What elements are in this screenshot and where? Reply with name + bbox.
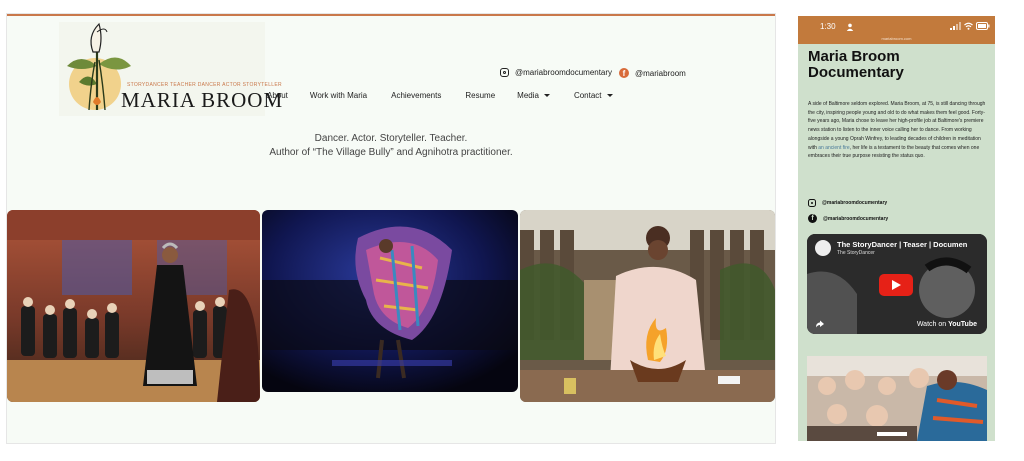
nav-achievements[interactable]: Achievements: [391, 91, 441, 100]
watch-on-youtube[interactable]: Watch on YouTube: [917, 321, 977, 328]
nav-media-label: Media: [517, 91, 539, 100]
watch-on-label: Watch on: [916, 321, 947, 328]
title-line-1: Maria Broom: [808, 48, 900, 65]
facebook-icon: f: [619, 68, 629, 78]
nav-contact-label: Contact: [573, 91, 602, 100]
description-text-start: A side of Baltimore seldom explored. Mar…: [808, 101, 986, 151]
video-channel: The StoryDancer: [837, 250, 875, 256]
person-icon: [846, 23, 854, 31]
signal-icon: [950, 22, 961, 30]
youtube-play-button-icon[interactable]: [879, 274, 913, 296]
photo-orchestra-performance: [7, 210, 260, 402]
mobile-preview: 1:30 mariabroom.com Maria Broom Document…: [798, 16, 995, 441]
channel-avatar[interactable]: [815, 240, 831, 256]
nav-resume[interactable]: Resume: [465, 91, 495, 100]
site-logo[interactable]: STORYDANCER TEACHER DANCER ACTOR STORYTE…: [59, 22, 282, 116]
share-icon[interactable]: [815, 320, 825, 328]
hero-tagline-line2: Author of “The Village Bully” and Agniho…: [269, 147, 513, 158]
hero-tagline-line1: Dancer. Actor. Storyteller. Teacher.: [314, 133, 468, 144]
status-bar: 1:30 mariabroom.com: [798, 16, 995, 44]
instagram-icon: [500, 68, 509, 77]
instagram-handle: @mariabroomdocumentary: [515, 68, 613, 77]
main-nav: About Work with Maria Achievements Resum…: [267, 91, 613, 100]
nav-about[interactable]: About: [267, 91, 288, 100]
video-title[interactable]: The StoryDancer | Teaser | Documen: [837, 240, 967, 249]
youtube-wordmark: YouTube: [948, 321, 977, 328]
facebook-handle: @mariabroom: [635, 68, 686, 78]
youtube-video-embed[interactable]: The StoryDancer | Teaser | Documen The S…: [807, 234, 987, 334]
photo-dancer-with-fabric: [262, 210, 518, 392]
mobile-facebook-handle: @mariabroomdocumentary: [823, 215, 889, 222]
title-line-2: Documentary: [808, 64, 904, 81]
facebook-link[interactable]: f @mariabroom: [619, 68, 686, 78]
wifi-icon: [964, 22, 973, 30]
nav-media[interactable]: Media: [517, 91, 550, 100]
ancient-fire-link[interactable]: an ancient fire: [818, 145, 849, 151]
chevron-down-icon: [606, 94, 613, 98]
battery-icon: [976, 22, 990, 30]
desktop-site-frame: STORYDANCER TEACHER DANCER ACTOR STORYTE…: [7, 14, 775, 443]
mobile-facebook-link[interactable]: f @mariabroomdocumentary: [808, 214, 888, 223]
instagram-icon: [808, 199, 816, 207]
photo-agnihotra-fire-ceremony: [520, 210, 775, 402]
address-bar-url[interactable]: mariabroom.com: [798, 36, 995, 41]
chevron-down-icon: [543, 94, 550, 98]
status-time: 1:30: [820, 22, 836, 31]
instagram-link[interactable]: @mariabroomdocumentary: [500, 68, 612, 77]
nav-work-with-maria[interactable]: Work with Maria: [310, 91, 367, 100]
facebook-icon: f: [808, 214, 817, 223]
photo-crowd-gathering: [807, 356, 987, 441]
nav-contact[interactable]: Contact: [574, 91, 613, 100]
mobile-instagram-link[interactable]: @mariabroomdocumentary: [808, 199, 887, 207]
logo-name: MARIA BROOM: [121, 88, 284, 112]
mobile-page-title: Maria Broom Documentary: [808, 49, 904, 81]
mobile-instagram-handle: @mariabroomdocumentary: [822, 200, 888, 206]
documentary-description: A side of Baltimore seldom explored. Mar…: [808, 100, 988, 161]
